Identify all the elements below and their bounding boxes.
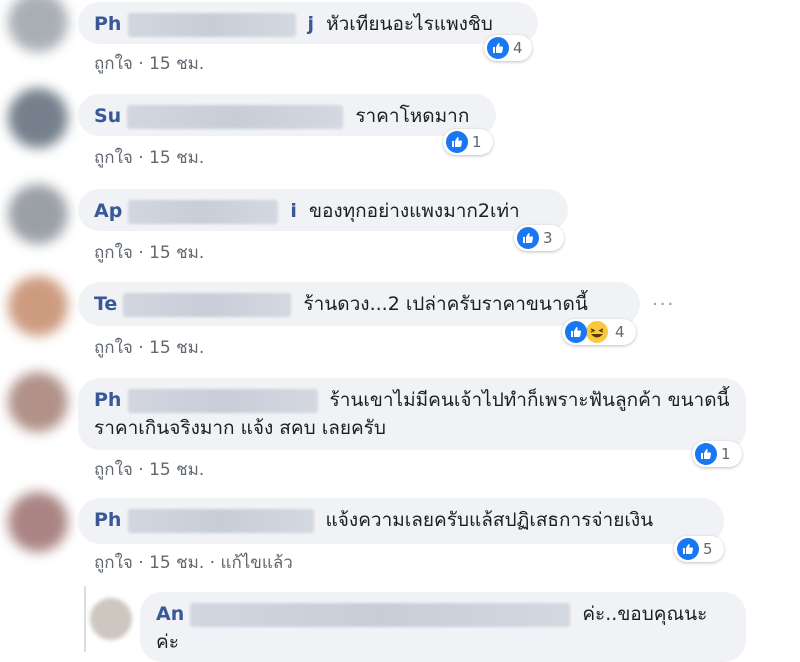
reaction-count: 1 [721, 445, 731, 463]
comment-text: แจ้งความเลยครับแล้สปฏิเสธการจ่ายเงิน [325, 509, 654, 531]
comment-bubble: Ap i ของทุกอย่างแพงมาก2เท่า [78, 189, 568, 231]
like-link[interactable]: ถูกใจ [94, 338, 133, 358]
comment-bubble: Su ราคาโหดมาก [78, 94, 496, 136]
author-name[interactable]: Su [94, 105, 121, 127]
avatar[interactable] [8, 184, 68, 244]
avatar[interactable] [8, 372, 68, 432]
reaction-badge[interactable]: 3 [514, 225, 564, 251]
separator: · [209, 553, 216, 573]
avatar[interactable] [8, 88, 68, 148]
like-icon [487, 37, 509, 59]
reply-thread-line [84, 586, 86, 652]
reaction-count: 1 [472, 133, 482, 151]
like-link[interactable]: ถูกใจ [94, 148, 133, 168]
like-icon [517, 227, 539, 249]
timestamp[interactable]: 15 ชม. [149, 553, 204, 573]
reaction-badge[interactable]: 4 [484, 35, 532, 61]
author-name[interactable]: Ap [94, 200, 122, 222]
like-icon [565, 321, 587, 343]
comment-bubble: Te ร้านดวง...2 เปล่าครับราคาขนาดนี้ [78, 282, 640, 326]
redacted-name [127, 12, 296, 37]
comment-text: หัวเทียนอะไรแพงชิบ [326, 13, 493, 35]
comment-meta: ถูกใจ · 15 ชม. [94, 144, 204, 171]
more-options-icon[interactable]: ··· [652, 294, 675, 315]
reaction-badge[interactable]: 1 [692, 441, 742, 467]
comment-meta: ถูกใจ · 15 ชม. [94, 50, 204, 77]
comment-meta: ถูกใจ · 15 ชม. [94, 456, 204, 483]
like-icon [446, 131, 468, 153]
separator: · [138, 243, 144, 263]
timestamp[interactable]: 15 ชม. [149, 148, 204, 168]
timestamp[interactable]: 15 ชม. [149, 338, 204, 358]
author-name[interactable]: Ph [94, 389, 121, 411]
reaction-badge[interactable]: 5 [674, 536, 724, 562]
author-name[interactable]: Ph [94, 13, 121, 35]
reply-author-name[interactable]: An [156, 603, 184, 625]
reaction-badge[interactable]: 4 [562, 319, 636, 345]
redacted-name [127, 388, 318, 413]
author-name[interactable]: Ph [94, 509, 121, 531]
like-link[interactable]: ถูกใจ [94, 460, 133, 480]
redacted-name [190, 602, 571, 627]
redacted-name [128, 199, 279, 224]
timestamp[interactable]: 15 ชม. [149, 243, 204, 263]
comment-bubble: Ph แจ้งความเลยครับแล้สปฏิเสธการจ่ายเงิน [78, 498, 724, 544]
like-icon [677, 538, 699, 560]
avatar[interactable] [8, 276, 68, 336]
like-icon [695, 443, 717, 465]
separator: · [138, 148, 144, 168]
reaction-count: 5 [703, 540, 713, 558]
comment-bubble: Ph ร้านเขาไม่มีคนเจ้าไปทำก็เพราะฟันลูกค้… [78, 378, 746, 450]
timestamp[interactable]: 15 ชม. [149, 54, 204, 74]
redacted-name [127, 508, 314, 533]
separator: · [138, 553, 144, 573]
avatar[interactable] [90, 598, 132, 640]
avatar[interactable] [8, 0, 68, 52]
reaction-count: 4 [513, 39, 523, 57]
comment-text: ของทุกอย่างแพงมาก2เท่า [308, 200, 520, 222]
separator: · [138, 338, 144, 358]
avatar[interactable] [8, 492, 68, 552]
comment-bubble: Ph j หัวเทียนอะไรแพงชิบ [78, 2, 538, 44]
comment-text: ราคาโหดมาก [355, 105, 470, 127]
author-name-tail: i [290, 200, 297, 222]
like-link[interactable]: ถูกใจ [94, 54, 133, 74]
author-name[interactable]: Te [94, 293, 117, 315]
reaction-count: 3 [543, 229, 553, 247]
edited-label[interactable]: แก้ไขแล้ว [220, 553, 292, 573]
timestamp[interactable]: 15 ชม. [149, 460, 204, 480]
like-link[interactable]: ถูกใจ [94, 553, 133, 573]
comment-meta: ถูกใจ · 15 ชม. [94, 239, 204, 266]
comment-meta: ถูกใจ · 15 ชม. [94, 334, 204, 361]
reaction-badge[interactable]: 1 [443, 129, 493, 155]
redacted-name [123, 292, 292, 317]
separator: · [138, 54, 144, 74]
comment-text: ร้านดวง...2 เปล่าครับราคาขนาดนี้ [303, 293, 588, 315]
like-link[interactable]: ถูกใจ [94, 243, 133, 263]
comment-meta: ถูกใจ · 15 ชม. · แก้ไขแล้ว [94, 549, 293, 576]
redacted-name [127, 104, 344, 129]
author-name-tail: j [307, 13, 315, 35]
reaction-count: 4 [615, 323, 625, 341]
haha-icon [585, 320, 609, 344]
separator: · [138, 460, 144, 480]
